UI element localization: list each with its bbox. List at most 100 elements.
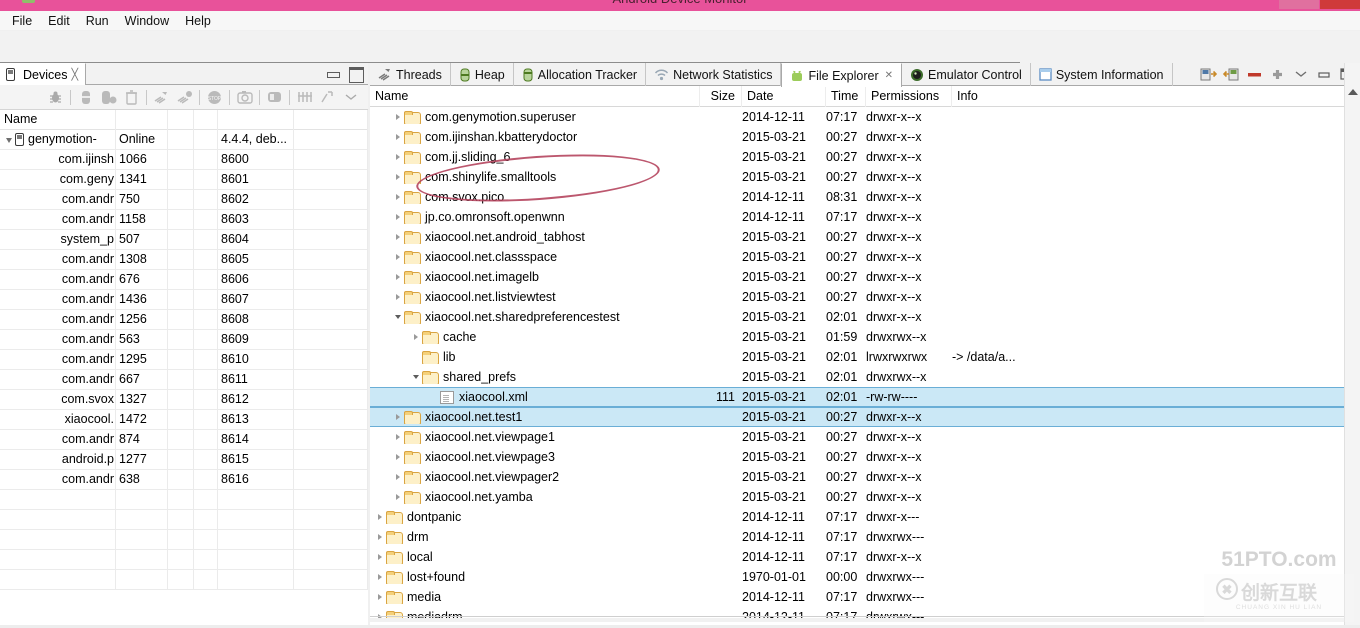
expand-collapse-icon[interactable] xyxy=(392,434,404,440)
expand-collapse-icon[interactable] xyxy=(392,134,404,140)
process-row[interactable]: com.andr 1256 8608 xyxy=(0,309,368,330)
col-header-size[interactable]: Size xyxy=(700,85,742,107)
screen-capture-icon[interactable] xyxy=(233,87,256,108)
start-method-profiling-icon[interactable] xyxy=(173,87,196,108)
col-header-name[interactable]: Name xyxy=(370,85,700,107)
file-row[interactable]: xiaocool.net.viewpager2 2015-03-21 00:27 dr… xyxy=(370,467,1360,487)
expand-collapse-icon[interactable] xyxy=(6,137,12,143)
expand-collapse-icon[interactable] xyxy=(374,594,386,600)
process-row[interactable]: com.andr 1158 8603 xyxy=(0,209,368,230)
threads-update-icon[interactable] xyxy=(150,87,173,108)
file-row[interactable]: jp.co.omronsoft.openwnn 2014-12-11 07:17 dr… xyxy=(370,207,1360,227)
expand-collapse-icon[interactable] xyxy=(374,574,386,580)
process-row[interactable]: com.geny 1341 8601 xyxy=(0,169,368,190)
view-menu-icon[interactable] xyxy=(339,87,362,108)
file-row[interactable]: com.jj.sliding_6 2015-03-21 00:27 drwxr-x--… xyxy=(370,147,1360,167)
process-row[interactable]: com.andr 638 8616 xyxy=(0,469,368,490)
file-row[interactable]: shared_prefs 2015-03-21 02:01 drwxrwx--x xyxy=(370,367,1360,387)
tab-file-explorer[interactable]: File Explorer ✕ xyxy=(781,63,903,87)
expand-collapse-icon[interactable] xyxy=(410,334,422,340)
expand-collapse-icon[interactable] xyxy=(392,454,404,460)
file-row[interactable]: dontpanic 2014-12-11 07:17 drwxr-x--- xyxy=(370,507,1360,527)
heap-update-icon[interactable] xyxy=(74,87,97,108)
file-row[interactable]: xiaocool.net.imagelb 2015-03-21 00:27 drwxr… xyxy=(370,267,1360,287)
push-file-icon[interactable] xyxy=(1222,65,1241,83)
maximize-icon[interactable] xyxy=(349,67,364,83)
col-header-date[interactable]: Date xyxy=(742,85,826,107)
expand-collapse-icon[interactable] xyxy=(392,274,404,280)
process-row[interactable]: system_p 507 8604 xyxy=(0,229,368,250)
col-header-permissions[interactable]: Permissions xyxy=(866,85,952,107)
menu-run[interactable]: Run xyxy=(78,12,117,30)
expand-collapse-icon[interactable] xyxy=(392,194,404,200)
tab-devices[interactable]: Devices ╳ xyxy=(0,63,87,85)
menu-file[interactable]: File xyxy=(4,12,40,30)
file-row[interactable]: com.genymotion.superuser 2014-12-11 07:17 d… xyxy=(370,107,1360,127)
expand-collapse-icon[interactable] xyxy=(392,494,404,500)
file-row[interactable]: xiaocool.xml 111 2015-03-21 02:01 -rw-rw---- xyxy=(370,387,1360,407)
tab-emulator-control[interactable]: Emulator Control xyxy=(902,63,1031,86)
expand-collapse-icon[interactable] xyxy=(392,414,404,420)
process-row[interactable]: com.andr 563 8609 xyxy=(0,329,368,350)
file-row[interactable]: lost+found 1970-01-01 00:00 drwxrwx--- xyxy=(370,567,1360,587)
view-menu-icon[interactable] xyxy=(1291,65,1310,83)
capture-opengl-icon[interactable] xyxy=(316,87,339,108)
process-row[interactable]: com.andr 676 8606 xyxy=(0,269,368,290)
expand-collapse-icon[interactable] xyxy=(392,474,404,480)
file-row[interactable]: xiaocool.net.yamba 2015-03-21 00:27 drwxr-x… xyxy=(370,487,1360,507)
minimize-icon[interactable] xyxy=(326,67,340,80)
file-row[interactable]: xiaocool.net.sharedpreferencestest 2015-0… xyxy=(370,307,1360,327)
expand-collapse-icon[interactable] xyxy=(410,375,422,379)
expand-collapse-icon[interactable] xyxy=(392,174,404,180)
process-row[interactable]: com.andr 750 8602 xyxy=(0,189,368,210)
file-row[interactable]: com.svox.pico 2014-12-11 08:31 drwxr-x--x xyxy=(370,187,1360,207)
expand-collapse-icon[interactable] xyxy=(392,214,404,220)
stop-process-icon[interactable]: STOP xyxy=(203,87,226,108)
new-folder-icon[interactable] xyxy=(1268,65,1287,83)
process-row[interactable]: com.svox 1327 8612 xyxy=(0,389,368,410)
file-row[interactable]: xiaocool.net.android_tabhost 2015-03-21 00… xyxy=(370,227,1360,247)
process-row[interactable]: com.andr 667 8611 xyxy=(0,369,368,390)
menu-edit[interactable]: Edit xyxy=(40,12,78,30)
expand-collapse-icon[interactable] xyxy=(374,534,386,540)
devices-col-3[interactable] xyxy=(168,109,194,130)
devices-col-2[interactable] xyxy=(116,109,168,130)
expand-collapse-icon[interactable] xyxy=(392,154,404,160)
close-icon[interactable]: ╳ xyxy=(71,68,78,81)
expand-collapse-icon[interactable] xyxy=(392,315,404,319)
dump-view-hierarchy-icon[interactable] xyxy=(263,87,286,108)
devices-col-5[interactable] xyxy=(218,109,294,130)
debug-bug-icon[interactable] xyxy=(44,87,67,108)
expand-collapse-icon[interactable] xyxy=(374,554,386,560)
device-row[interactable]: genymotion- Online 4.4.4, deb... xyxy=(0,129,368,150)
process-row[interactable]: android.p 1277 8615 xyxy=(0,449,368,470)
file-row[interactable]: xiaocool.net.test1 2015-03-21 00:27 drwxr-x… xyxy=(370,407,1360,427)
file-row[interactable]: drm 2014-12-11 07:17 drwxrwx--- xyxy=(370,527,1360,547)
system-trace-icon[interactable] xyxy=(293,87,316,108)
vertical-scrollbar[interactable] xyxy=(1344,63,1360,628)
tab-allocation-tracker[interactable]: Allocation Tracker xyxy=(514,63,647,86)
window-controls[interactable] xyxy=(1238,0,1360,9)
minimize-icon[interactable] xyxy=(1314,65,1333,83)
file-row[interactable]: xiaocool.net.viewpage1 2015-03-21 00:27 drw… xyxy=(370,427,1360,447)
expand-collapse-icon[interactable] xyxy=(374,514,386,520)
process-row[interactable]: com.andr 1436 8607 xyxy=(0,289,368,310)
process-row[interactable]: com.ijinsh 1066 8600 xyxy=(0,149,368,170)
process-row[interactable]: xiaocool. 1472 8613 xyxy=(0,409,368,430)
expand-collapse-icon[interactable] xyxy=(392,254,404,260)
scroll-up-icon[interactable] xyxy=(1348,89,1358,95)
col-header-info[interactable]: Info xyxy=(952,85,1360,107)
devices-col-4[interactable] xyxy=(194,109,218,130)
file-row[interactable]: com.shinylife.smalltools 2015-03-21 00:27 d… xyxy=(370,167,1360,187)
file-row[interactable]: local 2014-12-11 07:17 drwxr-x--x xyxy=(370,547,1360,567)
file-row[interactable]: com.ijinshan.kbatterydoctor 2015-03-21 00:… xyxy=(370,127,1360,147)
window-maximize-button[interactable] xyxy=(1279,0,1319,9)
tab-threads[interactable]: Threads xyxy=(370,63,451,86)
file-row[interactable]: xiaocool.net.classspace 2015-03-21 00:27 dr… xyxy=(370,247,1360,267)
file-row[interactable]: lib 2015-03-21 02:01 lrwxrwxrwx -> /data/a..… xyxy=(370,347,1360,367)
pull-file-icon[interactable] xyxy=(1199,65,1218,83)
file-row[interactable]: xiaocool.net.listviewtest 2015-03-21 00:27… xyxy=(370,287,1360,307)
expand-collapse-icon[interactable] xyxy=(392,114,404,120)
file-row[interactable]: media 2014-12-11 07:17 drwxrwx--- xyxy=(370,587,1360,607)
menu-window[interactable]: Window xyxy=(117,12,177,30)
